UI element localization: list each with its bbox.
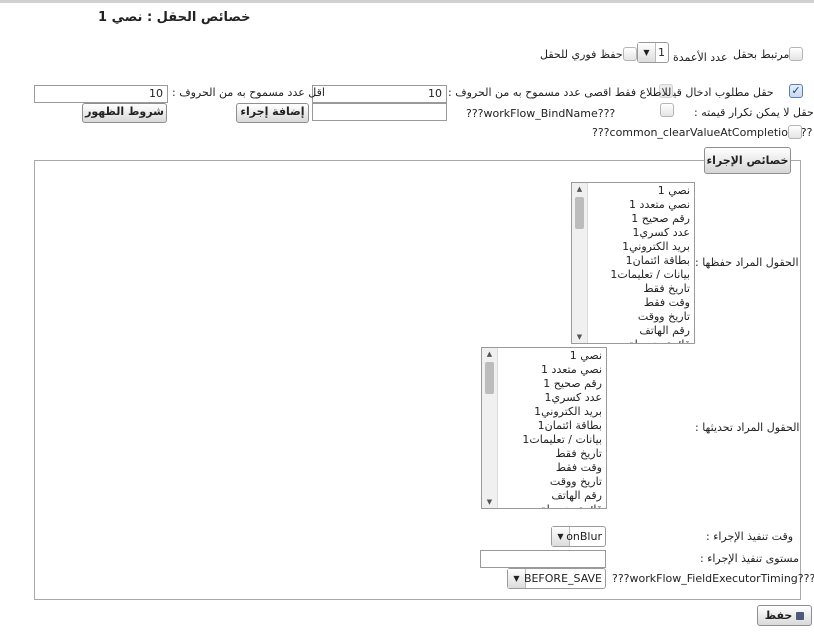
scroll-up-icon[interactable]: ▲	[482, 348, 497, 360]
bind-name-input[interactable]	[312, 103, 447, 121]
scroll-up-icon[interactable]: ▲	[572, 183, 587, 195]
list-option[interactable]: بريد الكتروني1	[610, 240, 690, 254]
max-chars-input[interactable]: 10	[312, 85, 447, 103]
list-option[interactable]: رقم صحيح 1	[522, 377, 602, 391]
executor-timing-value: BEFORE_SAVE	[523, 572, 602, 585]
list-option[interactable]: بطاقة ائتمان1	[522, 419, 602, 433]
save-button[interactable]: حفظ	[757, 605, 812, 626]
min-chars-label: اقل عدد مسموح به من الحروف :	[172, 86, 325, 99]
list-option[interactable]: بطاقة ائتمان1	[610, 254, 690, 268]
max-chars-label: للاطلاع فقط اقصى عدد مسموح به من الحروف …	[448, 86, 672, 99]
fields-to-update-options: نصي 1 نصي متعدد 1 رقم صحيح 1 عدد كسري1 بريد …	[522, 349, 602, 508]
action-properties-legend[interactable]: خصائص الإجراء	[704, 147, 791, 174]
listbox-scrollbar[interactable]: ▲ ▼	[572, 183, 588, 343]
list-option[interactable]: قائمة منسدلة	[610, 338, 690, 343]
scroll-down-icon[interactable]: ▼	[482, 496, 497, 508]
chevron-down-icon: ▼	[638, 43, 656, 62]
exec-time-label: وقت تنفيذ الإجراء :	[706, 530, 794, 543]
page-title: خصائص الحقل : نصي 1	[98, 10, 251, 25]
list-option[interactable]: بيانات / تعليمات1	[522, 433, 602, 447]
exec-level-label: مستوى تنفيذ الإجراء :	[700, 552, 799, 565]
list-option[interactable]: وقت فقط	[610, 296, 690, 310]
required-field-checkbox[interactable]: ✓	[789, 84, 803, 98]
fields-to-save-label: الحقول المراد حفظها :	[695, 256, 799, 269]
executor-timing-label: ???workFlow_FieldExecutorTiming???	[612, 572, 814, 585]
list-option[interactable]: نصي متعدد 1	[522, 363, 602, 377]
readonly-label: للاطلاع فقط	[614, 86, 672, 99]
columns-count-select[interactable]: ▼ 1	[637, 42, 669, 63]
list-option[interactable]: رقم الهاتف	[610, 324, 690, 338]
required-field-label: حقل مطلوب ادخال قيمة	[661, 86, 774, 99]
unique-value-checkbox[interactable]	[660, 103, 674, 117]
add-action-button[interactable]: إضافة إجراء	[236, 103, 309, 123]
list-option[interactable]: تاريخ ووقت	[522, 475, 602, 489]
scroll-down-icon[interactable]: ▼	[572, 331, 587, 343]
bind-name-label: ???workFlow_BindName???	[466, 107, 616, 120]
list-option[interactable]: وقت فقط	[522, 461, 602, 475]
linked-field-checkbox[interactable]	[789, 47, 803, 61]
exec-time-value: onBlur	[566, 530, 602, 543]
linked-field-label: مرتبط بحقل	[733, 48, 790, 61]
exec-level-input[interactable]	[480, 550, 606, 568]
executor-timing-select[interactable]: ▼ BEFORE_SAVE	[507, 568, 606, 589]
unique-value-label: حقل لا يمكن تكرار قيمته :	[694, 106, 814, 119]
list-option[interactable]: عدد كسري1	[522, 391, 602, 405]
listbox-scrollbar[interactable]: ▲ ▼	[482, 348, 498, 508]
list-option[interactable]: تاريخ فقط	[522, 447, 602, 461]
list-option[interactable]: نصي 1	[610, 184, 690, 198]
columns-count-value: 1	[658, 46, 665, 59]
min-chars-input[interactable]: 10	[34, 85, 168, 103]
clear-value-label: ???common_clearValueAtCompletion???	[592, 126, 813, 139]
fields-to-update-listbox[interactable]: ▲ ▼ نصي 1 نصي متعدد 1 رقم صحيح 1 عدد كسري1 ب…	[481, 347, 607, 509]
fields-to-update-label: الحقول المراد تحديثها :	[695, 421, 800, 434]
columns-count-label: عدد الأعمدة	[673, 51, 728, 64]
fields-to-save-options: نصي 1 نصي متعدد 1 رقم صحيح 1 عدد كسري1 بريد …	[610, 184, 690, 343]
save-label: حفظ	[764, 609, 793, 622]
exec-time-select[interactable]: ▼ onBlur	[551, 526, 606, 547]
instant-save-label: حفظ فوري للحقل	[540, 48, 623, 61]
list-option[interactable]: تاريخ ووقت	[610, 310, 690, 324]
floppy-disk-icon	[796, 612, 805, 620]
list-option[interactable]: نصي 1	[522, 349, 602, 363]
list-option[interactable]: قائمة منسدلة	[522, 503, 602, 508]
list-option[interactable]: عدد كسري1	[610, 226, 690, 240]
fields-to-save-listbox[interactable]: ▲ ▼ نصي 1 نصي متعدد 1 رقم صحيح 1 عدد كسري1 ب…	[571, 182, 695, 344]
visibility-conditions-button[interactable]: شروط الظهور	[82, 103, 167, 123]
clear-value-checkbox[interactable]	[788, 125, 802, 139]
top-border	[0, 0, 814, 3]
list-option[interactable]: رقم صحيح 1	[610, 212, 690, 226]
list-option[interactable]: تاريخ فقط	[610, 282, 690, 296]
list-option[interactable]: بريد الكتروني1	[522, 405, 602, 419]
scroll-thumb[interactable]	[485, 362, 494, 394]
checkmark-icon: ✓	[791, 84, 801, 97]
scroll-thumb[interactable]	[575, 197, 584, 229]
list-option[interactable]: بيانات / تعليمات1	[610, 268, 690, 282]
list-option[interactable]: رقم الهاتف	[522, 489, 602, 503]
list-option[interactable]: نصي متعدد 1	[610, 198, 690, 212]
instant-save-checkbox[interactable]	[623, 47, 637, 61]
